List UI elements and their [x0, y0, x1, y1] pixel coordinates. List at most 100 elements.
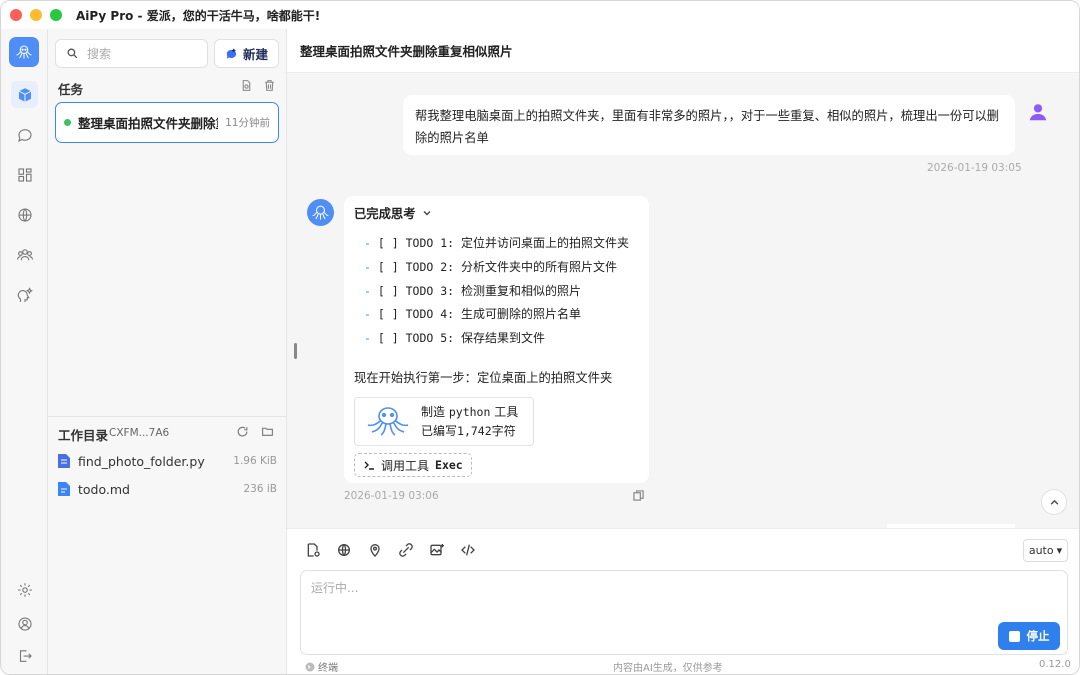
file-name: find_photo_folder.py: [78, 453, 205, 469]
ai-disclaimer: 内容由AI生成，仅供参考: [613, 663, 723, 674]
resize-handle[interactable]: [294, 343, 297, 359]
web-tool-icon[interactable]: [336, 542, 352, 558]
refresh-icon[interactable]: [236, 425, 249, 438]
message-input[interactable]: [311, 579, 911, 609]
mode-select[interactable]: auto ▾: [1023, 539, 1068, 562]
todo-checkbox: [ ]: [377, 307, 399, 321]
terminal-label: 终端: [318, 663, 338, 674]
chat-header: 整理桌面拍照文件夹删除重复相似照片: [287, 29, 1079, 73]
new-task-button[interactable]: 新建: [214, 39, 279, 68]
terminal-toggle[interactable]: 终端: [305, 659, 338, 674]
search-input[interactable]: [87, 46, 187, 61]
copy-icon[interactable]: [633, 490, 644, 501]
new-task-label: 新建: [242, 47, 268, 62]
task-item[interactable]: 整理桌面拍照文件夹删除重复相似照片 11分钟前: [55, 102, 279, 143]
trash-icon[interactable]: [263, 79, 276, 92]
file-name: todo.md: [78, 481, 130, 497]
todo-item: - [ ] TODO 5: 保存结果到文件: [364, 329, 545, 346]
tool-language: python: [448, 404, 491, 419]
window-controls: [10, 9, 62, 21]
account-icon[interactable]: [11, 610, 38, 637]
chat-area: 整理桌面拍照文件夹删除重复相似照片 帮我整理电脑桌面上的拍照文件夹，里面有非常多…: [287, 29, 1079, 674]
nav-rail: [1, 29, 48, 674]
import-task-icon[interactable]: [240, 79, 253, 92]
task-item-name: 整理桌面拍照文件夹删除重复相似照片: [78, 116, 218, 131]
stop-square-icon: [1008, 630, 1020, 642]
tool-line2-suffix: 字符: [491, 423, 516, 438]
user-message-timestamp: 2026-01-19 03:05: [927, 162, 1022, 174]
assistant-avatar-icon: [307, 199, 334, 226]
mode-value: auto: [1028, 544, 1054, 557]
window-title: AiPy Pro - 爱派，您的干活牛马，啥都能干!: [76, 8, 321, 23]
workdir-path: CXFM...7A6: [109, 427, 170, 439]
todo-text: 生成可删除的照片名单: [461, 307, 582, 321]
todo-prefix: TODO 2:: [405, 260, 455, 274]
stop-button[interactable]: 停止: [998, 622, 1060, 650]
scroll-to-top-button[interactable]: [1041, 489, 1067, 515]
octopus-logo-icon[interactable]: [9, 37, 39, 67]
team-icon[interactable]: [11, 241, 38, 268]
todo-checkbox: [ ]: [377, 331, 399, 345]
file-item[interactable]: todo.md 236 iB: [58, 478, 277, 500]
thinking-label: 已完成思考: [354, 207, 416, 221]
ai-head-icon[interactable]: [11, 282, 38, 309]
tool-build-card[interactable]: 制造 python 工具 已编写1,742字符: [354, 397, 534, 446]
todo-bullet: -: [364, 307, 371, 321]
assistant-message-timestamp: 2026-01-19 03:06: [344, 490, 439, 502]
globe-icon[interactable]: [11, 201, 38, 228]
folder-icon[interactable]: [261, 425, 274, 438]
assistant-message: 已完成思考 - [ ] TODO 1: 定位并访问桌面上的拍照文件夹 - [ ]…: [344, 196, 649, 483]
chevron-up-icon: [1050, 499, 1058, 505]
tool-line2-prefix: 已编写: [421, 423, 458, 438]
location-pin-icon[interactable]: [367, 542, 383, 558]
exec-prefix: 调用工具: [381, 458, 430, 473]
tasks-nav-icon[interactable]: [11, 81, 38, 108]
code-tool-icon[interactable]: [460, 542, 476, 558]
todo-item: - [ ] TODO 1: 定位并访问桌面上的拍照文件夹: [364, 234, 629, 251]
maximize-window-button[interactable]: [50, 9, 62, 21]
tool-line1-prefix: 制造: [421, 404, 446, 419]
todo-checkbox: [ ]: [377, 260, 399, 274]
message-input-box[interactable]: 停止: [300, 570, 1068, 655]
step-text: 现在开始执行第一步：定位桌面上的拍照文件夹: [354, 371, 613, 385]
todo-bullet: -: [364, 236, 371, 250]
close-window-button[interactable]: [10, 9, 22, 21]
file-tool-icon[interactable]: [305, 542, 321, 558]
file-item[interactable]: find_photo_folder.py 1.96 KiB: [58, 450, 277, 472]
search-box[interactable]: [55, 39, 208, 68]
exec-tool-button[interactable]: 调用工具 Exec: [354, 453, 472, 477]
logout-icon[interactable]: [11, 642, 38, 669]
todo-item: - [ ] TODO 3: 检测重复和相似的照片: [364, 282, 581, 299]
todo-text: 分析文件夹中的所有照片文件: [461, 260, 618, 274]
todo-text: 保存结果到文件: [461, 331, 546, 345]
todo-item: - [ ] TODO 4: 生成可删除的照片名单: [364, 305, 581, 322]
task-panel: 新建 任务 整理桌面拍照文件夹删除重复相似照片 11分钟前 工作目录 CXFM.…: [48, 29, 287, 674]
new-chat-icon: [226, 48, 237, 59]
todo-text: 定位并访问桌面上的拍照文件夹: [461, 236, 630, 250]
workdir-actions: [236, 425, 274, 438]
user-avatar-icon: [1029, 104, 1047, 121]
app-version: 0.12.0: [1039, 659, 1071, 670]
title-bar: AiPy Pro - 爱派，您的干活牛马，啥都能干!: [1, 1, 1079, 29]
todo-prefix: TODO 5:: [405, 331, 455, 345]
apps-grid-icon[interactable]: [11, 161, 38, 188]
search-icon: [67, 48, 78, 59]
tool-line1-suffix: 工具: [494, 404, 519, 419]
thinking-toggle[interactable]: 已完成思考: [354, 204, 432, 222]
task-item-time: 11分钟前: [225, 117, 270, 129]
app-window: AiPy Pro - 爱派，您的干活牛马，啥都能干! 搜索 新建 任务 整理桌面…: [0, 0, 1080, 675]
todo-bullet: -: [364, 260, 371, 274]
todo-bullet: -: [364, 284, 371, 298]
user-message: 帮我整理电脑桌面上的拍照文件夹，里面有非常多的照片，，对于一些重复、相似的照片，…: [403, 95, 1015, 155]
minimize-window-button[interactable]: [30, 9, 42, 21]
todo-bullet: -: [364, 331, 371, 345]
tasks-section-title: 任务: [58, 82, 84, 97]
composer-toolbar: [305, 542, 476, 558]
chat-title: 整理桌面拍照文件夹删除重复相似照片: [300, 44, 513, 59]
link-tool-icon[interactable]: [398, 542, 414, 558]
chat-bubble-icon[interactable]: [11, 121, 38, 148]
composer: auto ▾ 停止 终端 内容由AI生成，仅供参考 0.12.0: [287, 528, 1079, 674]
image-tool-icon[interactable]: [429, 542, 445, 558]
todo-prefix: TODO 1:: [405, 236, 455, 250]
settings-gear-icon[interactable]: [11, 576, 38, 603]
